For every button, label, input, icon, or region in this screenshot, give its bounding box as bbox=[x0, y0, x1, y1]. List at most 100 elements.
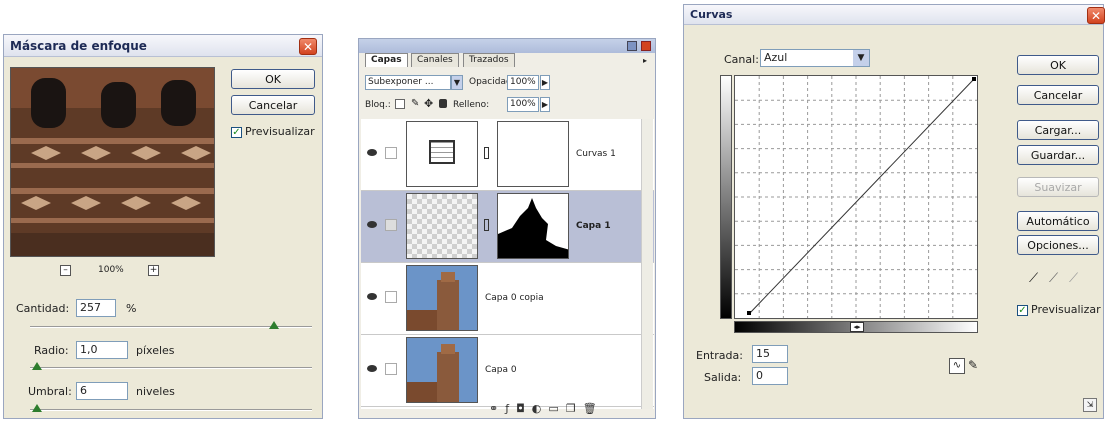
ok-button[interactable]: OK bbox=[231, 69, 315, 89]
trash-icon[interactable]: 🗑 bbox=[583, 402, 597, 415]
eye-icon[interactable] bbox=[367, 293, 377, 300]
curves-titlebar: Curvas bbox=[684, 5, 1103, 25]
lock-move-icon[interactable]: ✥ bbox=[424, 97, 433, 110]
panel-menu-icon[interactable]: ▸ bbox=[643, 56, 651, 65]
output-label: Salida: bbox=[704, 371, 742, 384]
pencil-tool-icon[interactable]: ✎ bbox=[968, 358, 978, 372]
layer-row[interactable]: Capa 1 bbox=[361, 191, 654, 263]
checkbox-checked-icon: ✓ bbox=[231, 126, 242, 138]
radius-label: Radio: bbox=[34, 344, 69, 357]
preview-image[interactable] bbox=[10, 67, 215, 257]
lock-all-icon[interactable] bbox=[439, 99, 447, 108]
adjustment-thumbnail[interactable] bbox=[406, 121, 478, 187]
tab-canales[interactable]: Canales bbox=[411, 53, 459, 67]
eye-icon[interactable] bbox=[367, 149, 377, 156]
close-icon[interactable] bbox=[641, 41, 651, 51]
zoom-out-button[interactable]: – bbox=[60, 265, 71, 276]
layer-row[interactable]: Capa 0 bbox=[361, 335, 654, 407]
link-layers-icon[interactable]: ⚭ bbox=[489, 402, 498, 415]
link-slot[interactable] bbox=[385, 291, 397, 303]
mask-thumbnail[interactable] bbox=[497, 121, 569, 187]
chevron-down-icon[interactable]: ▼ bbox=[853, 50, 869, 66]
curves-title: Curvas bbox=[690, 8, 733, 21]
tab-capas[interactable]: Capas bbox=[365, 53, 408, 67]
radius-slider[interactable] bbox=[30, 367, 312, 369]
amount-slider-thumb[interactable] bbox=[269, 321, 279, 329]
curve-point bbox=[747, 311, 751, 315]
fill-arrow-icon[interactable]: ▶ bbox=[540, 97, 550, 112]
opacity-arrow-icon[interactable]: ▶ bbox=[540, 75, 550, 90]
load-button[interactable]: Cargar... bbox=[1017, 120, 1099, 140]
eyedropper-black-icon[interactable]: ⟋ bbox=[1029, 271, 1038, 286]
opacity-field[interactable]: 100% bbox=[507, 75, 539, 90]
link-slot[interactable] bbox=[385, 363, 397, 375]
layer-thumbnail[interactable] bbox=[406, 337, 478, 403]
cancel-button[interactable]: Cancelar bbox=[231, 95, 315, 115]
layers-panel-titlebar bbox=[359, 39, 655, 53]
layer-name: Curvas 1 bbox=[576, 149, 616, 159]
link-slot[interactable] bbox=[385, 147, 397, 159]
preview-label: Previsualizar bbox=[1031, 303, 1101, 316]
blend-mode-value: Subexponer ... bbox=[368, 77, 434, 87]
eyedropper-gray-icon[interactable]: ⟋ bbox=[1049, 271, 1058, 286]
zoom-level: 100% bbox=[98, 265, 124, 275]
channel-label: Canal: bbox=[724, 53, 759, 66]
minimize-icon[interactable] bbox=[627, 41, 637, 51]
amount-label: Cantidad: bbox=[16, 302, 70, 315]
new-layer-icon[interactable]: ❐ bbox=[566, 402, 576, 415]
layer-name: Capa 0 bbox=[485, 365, 517, 375]
unsharp-mask-titlebar: Máscara de enfoque bbox=[4, 35, 322, 57]
output-field[interactable]: 0 bbox=[752, 367, 788, 385]
threshold-field[interactable]: 6 bbox=[76, 382, 128, 400]
curve-graph[interactable] bbox=[734, 75, 978, 319]
close-icon[interactable]: ✕ bbox=[1087, 7, 1105, 24]
preview-checkbox[interactable]: ✓ Previsualizar bbox=[1017, 303, 1101, 316]
radius-field[interactable]: 1,0 bbox=[76, 341, 128, 359]
input-field[interactable]: 15 bbox=[752, 345, 788, 363]
mask-thumbnail[interactable] bbox=[497, 193, 569, 259]
eye-icon[interactable] bbox=[367, 221, 377, 228]
fill-label: Relleno: bbox=[453, 100, 490, 110]
amount-unit: % bbox=[126, 302, 137, 315]
new-group-icon[interactable]: ▭ bbox=[548, 402, 558, 415]
add-mask-icon[interactable]: ◘ bbox=[516, 402, 525, 415]
layer-row[interactable]: Capa 0 copia bbox=[361, 263, 654, 335]
layer-thumbnail[interactable] bbox=[406, 193, 478, 259]
chevron-down-icon[interactable]: ▼ bbox=[451, 75, 463, 90]
lock-label: Bloq.: bbox=[365, 100, 391, 110]
adjustment-layer-icon[interactable]: ◐ bbox=[532, 402, 542, 415]
channel-select[interactable]: Azul ▼ bbox=[760, 49, 870, 67]
resize-icon[interactable]: ⇲ bbox=[1083, 398, 1097, 412]
zoom-in-button[interactable]: + bbox=[148, 265, 159, 276]
options-button[interactable]: Opciones... bbox=[1017, 235, 1099, 255]
lock-transparency-icon[interactable] bbox=[395, 99, 405, 109]
expand-icon[interactable]: ◂▸ bbox=[850, 322, 864, 332]
input-gradient-bar: ◂▸ bbox=[734, 321, 978, 333]
threshold-slider-thumb[interactable] bbox=[32, 404, 42, 412]
layer-thumbnail[interactable] bbox=[406, 265, 478, 331]
output-gradient-bar bbox=[720, 75, 732, 319]
radius-unit: píxeles bbox=[136, 344, 175, 357]
radius-slider-thumb[interactable] bbox=[32, 362, 42, 370]
blend-mode-select[interactable]: Subexponer ... bbox=[365, 75, 451, 90]
layers-scrollbar[interactable] bbox=[641, 119, 653, 409]
tab-trazados[interactable]: Trazados bbox=[463, 53, 515, 67]
curve-tool-icon[interactable]: ∿ bbox=[949, 358, 965, 374]
cancel-button[interactable]: Cancelar bbox=[1017, 85, 1099, 105]
layer-row[interactable]: Curvas 1 bbox=[361, 119, 654, 191]
threshold-slider[interactable] bbox=[30, 409, 312, 411]
ok-button[interactable]: OK bbox=[1017, 55, 1099, 75]
close-icon[interactable]: ✕ bbox=[299, 38, 317, 55]
preview-checkbox[interactable]: ✓ Previsualizar bbox=[231, 125, 315, 138]
eyedropper-white-icon[interactable]: ⟋ bbox=[1069, 271, 1078, 286]
save-button[interactable]: Guardar... bbox=[1017, 145, 1099, 165]
auto-button[interactable]: Automático bbox=[1017, 211, 1099, 231]
brush-slot-icon[interactable] bbox=[385, 219, 397, 231]
curves-dialog: Curvas ✕ Canal: Azul ▼ ◂▸ Entrada: 15 Sa… bbox=[683, 4, 1105, 419]
eye-icon[interactable] bbox=[367, 365, 377, 372]
panel-tabs: Capas Canales Trazados ▸ bbox=[359, 53, 655, 69]
fill-field[interactable]: 100% bbox=[507, 97, 539, 112]
lock-brush-icon[interactable]: ✎ bbox=[411, 98, 419, 109]
layer-style-icon[interactable]: ƒ bbox=[505, 402, 509, 415]
amount-field[interactable]: 257 bbox=[76, 299, 116, 317]
